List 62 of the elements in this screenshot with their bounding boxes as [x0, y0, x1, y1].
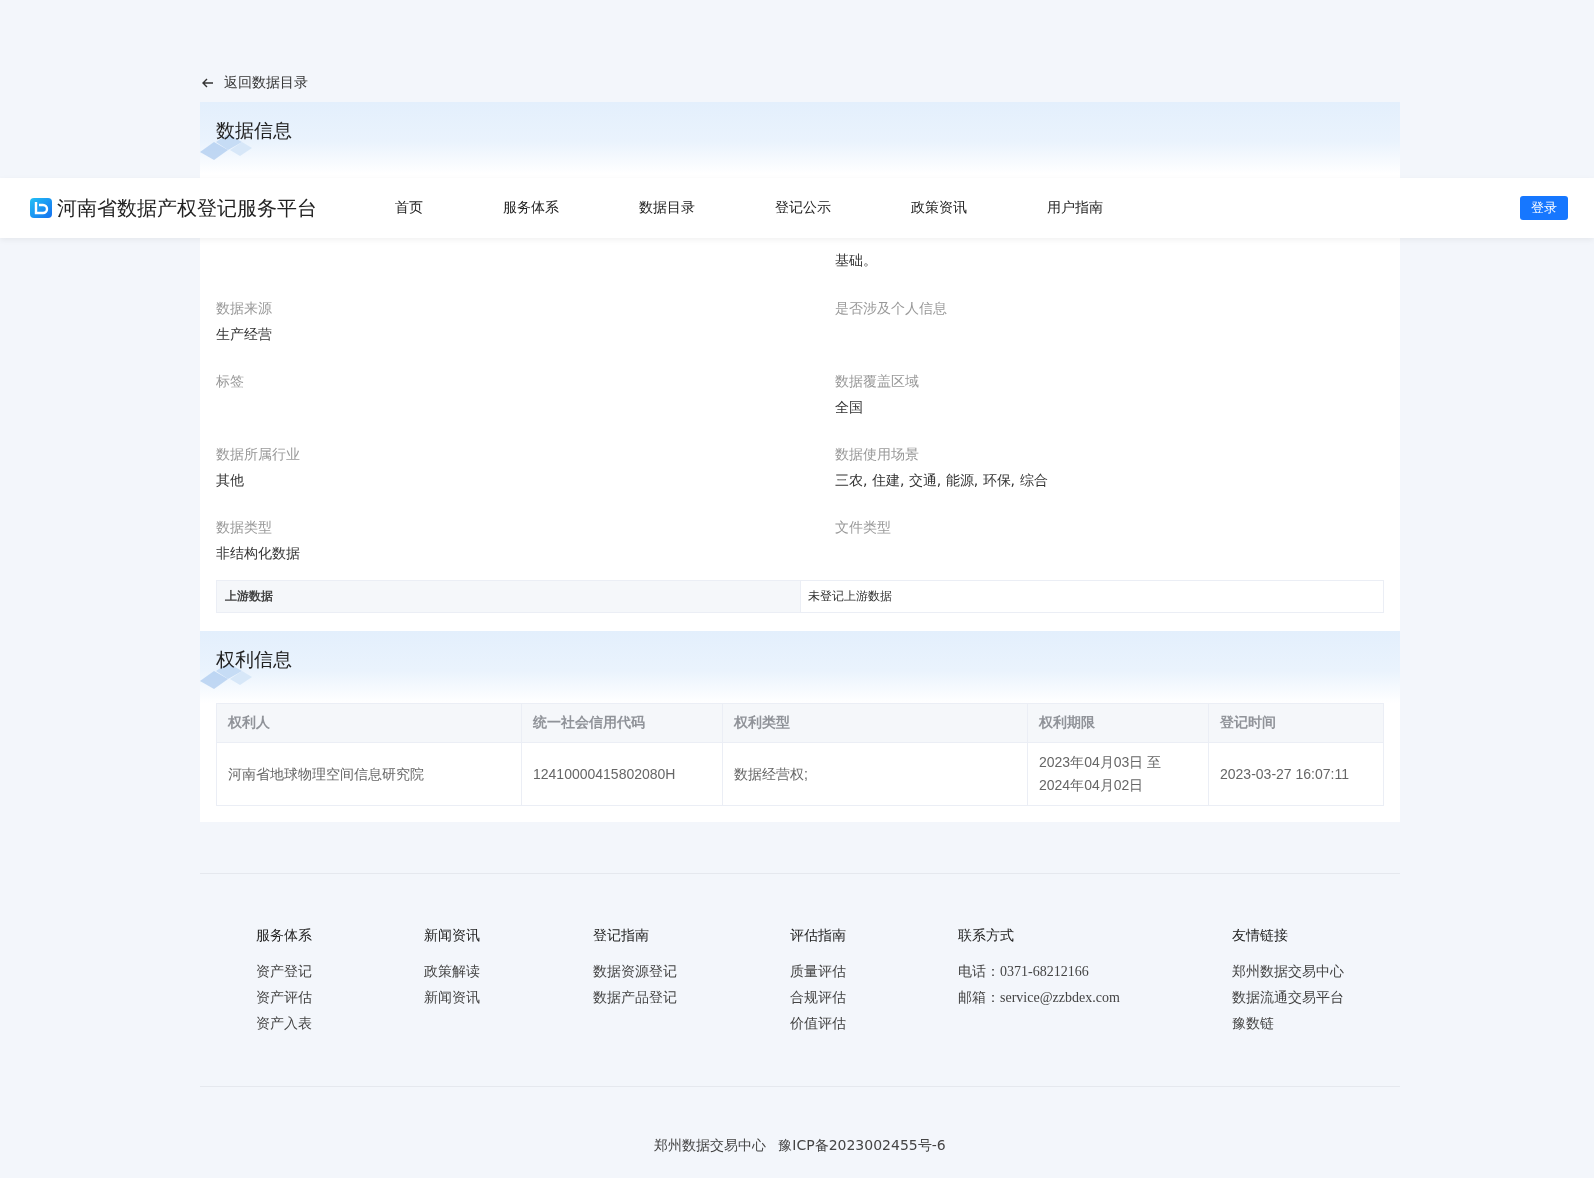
nav-link[interactable]: 服务体系 [503, 199, 559, 217]
section-title: 权利信息 [216, 647, 292, 672]
footer-link[interactable]: 价值评估 [790, 1011, 958, 1037]
column-header: 权利人 [216, 703, 522, 743]
footer-heading: 服务体系 [256, 926, 313, 945]
footer-link[interactable]: 豫数链 [1232, 1011, 1400, 1037]
column-header: 权利期限 [1027, 703, 1209, 743]
footer-heading: 登记指南 [593, 926, 650, 945]
section-title: 数据信息 [216, 118, 292, 143]
field-value: 非结构化数据 [216, 544, 301, 563]
field-label: 数据来源 [216, 300, 273, 318]
field-label: 数据所属行业 [216, 446, 301, 464]
copyright-text: 豫ICP备2023002455号-6 [778, 1137, 946, 1155]
column-header: 权利类型 [722, 703, 1028, 743]
column-header: 登记时间 [1208, 703, 1384, 743]
column-header: 统一社会信用代码 [521, 703, 723, 743]
field-value: 基础。 [835, 251, 878, 270]
table-cell: 2023年04月03日 至 2024年04月02日 [1027, 742, 1209, 806]
field-label: 数据使用场景 [835, 446, 920, 464]
footer-link[interactable]: 政策解读 [424, 959, 593, 985]
field-value: 其他 [216, 471, 245, 490]
footer-link[interactable]: 数据资源登记 [593, 959, 790, 985]
footer-link[interactable]: 合规评估 [790, 985, 958, 1011]
field-label: 文件类型 [835, 519, 892, 537]
field-value: 全国 [835, 398, 864, 417]
footer-link[interactable]: 数据流通交易平台 [1232, 985, 1400, 1011]
footer-link[interactable]: 数据产品登记 [593, 985, 790, 1011]
copyright-text: 郑州数据交易中心 [654, 1137, 767, 1155]
footer-link[interactable]: 资产入表 [256, 1011, 424, 1037]
table-cell: 上游数据 [217, 581, 801, 612]
field-label: 数据覆盖区域 [835, 373, 920, 391]
table-cell: 数据经营权; [722, 742, 1028, 806]
site-title: 河南省数据产权登记服务平台 [57, 194, 317, 222]
nav-link[interactable]: 登记公示 [775, 199, 831, 217]
footer-link[interactable]: 郑州数据交易中心 [1232, 959, 1400, 985]
field-label: 标签 [216, 373, 245, 391]
logo-icon [30, 198, 52, 218]
field-label: 是否涉及个人信息 [835, 300, 948, 318]
table-cell: 2023-03-27 16:07:11 [1208, 742, 1384, 806]
back-arrow-icon [202, 78, 214, 88]
footer-link[interactable]: 资产评估 [256, 985, 424, 1011]
login-button[interactable]: 登录 [1520, 196, 1568, 220]
footer-link[interactable]: 电话：0371-68212166 [958, 959, 1232, 985]
back-link[interactable]: 返回数据目录 [200, 72, 1400, 94]
nav-link[interactable]: 政策资讯 [911, 199, 967, 217]
table-cell-text: 未登记上游数据 [807, 588, 893, 605]
footer-heading: 友情链接 [1232, 926, 1289, 945]
nav-link[interactable]: 首页 [395, 199, 423, 217]
nav-link[interactable]: 数据目录 [639, 199, 695, 217]
nav-link[interactable]: 用户指南 [1047, 199, 1103, 217]
footer-link[interactable]: 资产登记 [256, 959, 424, 985]
field-label: 数据类型 [216, 519, 273, 537]
field-value: 生产经营 [216, 325, 273, 344]
footer-link[interactable]: 新闻资讯 [424, 985, 593, 1011]
footer-link[interactable]: 质量评估 [790, 959, 958, 985]
field-value: 三农, 住建, 交通, 能源, 环保, 综合 [835, 471, 1049, 490]
footer-heading: 评估指南 [790, 926, 847, 945]
footer-heading: 联系方式 [958, 926, 1015, 945]
footer-link[interactable]: 邮箱：service@zzbdex.com [958, 985, 1232, 1011]
footer-heading: 新闻资讯 [424, 926, 481, 945]
table-cell: 河南省地球物理空间信息研究院 [216, 742, 522, 806]
table-cell: 12410000415802080H [521, 742, 723, 806]
